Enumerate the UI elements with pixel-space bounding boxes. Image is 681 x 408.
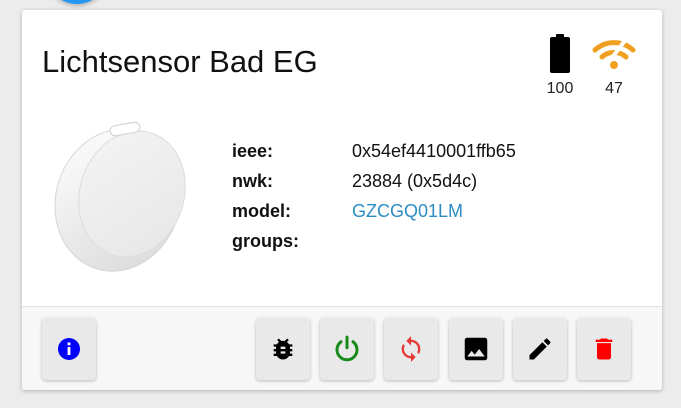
battery-icon bbox=[550, 34, 570, 73]
device-card: Lichtsensor Bad EG 100 47 ieee: 0x54ef44… bbox=[22, 10, 662, 390]
device-title: Lichtsensor Bad EG bbox=[42, 44, 318, 79]
power-icon bbox=[335, 335, 359, 362]
debug-button[interactable] bbox=[256, 318, 310, 380]
model-link[interactable]: GZCGQ01LM bbox=[352, 201, 463, 222]
info-row-ieee: ieee: 0x54ef4410001ffb65 bbox=[232, 136, 516, 166]
battery-value: 100 bbox=[546, 80, 574, 97]
top-fab-button[interactable] bbox=[46, 0, 108, 4]
delete-icon bbox=[595, 338, 613, 360]
device-image bbox=[54, 121, 186, 272]
device-info: ieee: 0x54ef4410001ffb65 nwk: 23884 (0x5… bbox=[232, 136, 516, 256]
power-button[interactable] bbox=[320, 318, 374, 380]
info-key: nwk: bbox=[232, 170, 274, 191]
image-icon bbox=[464, 337, 488, 361]
bug-icon bbox=[273, 338, 293, 360]
rename-button[interactable] bbox=[513, 318, 567, 380]
card-actions bbox=[22, 306, 662, 390]
info-key: groups: bbox=[232, 230, 299, 251]
edit-icon bbox=[529, 338, 551, 360]
info-value: 23884 (0x5d4c) bbox=[352, 170, 478, 191]
info-icon bbox=[58, 338, 80, 360]
image-button[interactable] bbox=[449, 318, 503, 380]
signal-status: 47 bbox=[590, 34, 638, 98]
info-row-model: model: GZCGQ01LM bbox=[232, 196, 516, 226]
wifi-signal-icon bbox=[592, 36, 636, 74]
delete-button[interactable] bbox=[577, 318, 631, 380]
info-key: ieee: bbox=[232, 140, 274, 161]
reconfigure-button[interactable] bbox=[384, 318, 438, 380]
info-value: 0x54ef4410001ffb65 bbox=[352, 140, 516, 161]
info-key: model: bbox=[232, 200, 292, 221]
info-button[interactable] bbox=[42, 318, 96, 380]
linkquality-value: 47 bbox=[605, 80, 623, 97]
info-row-nwk: nwk: 23884 (0x5d4c) bbox=[232, 166, 516, 196]
info-row-groups: groups: bbox=[232, 226, 516, 256]
sync-icon bbox=[401, 336, 421, 362]
battery-status: 100 bbox=[540, 34, 580, 98]
